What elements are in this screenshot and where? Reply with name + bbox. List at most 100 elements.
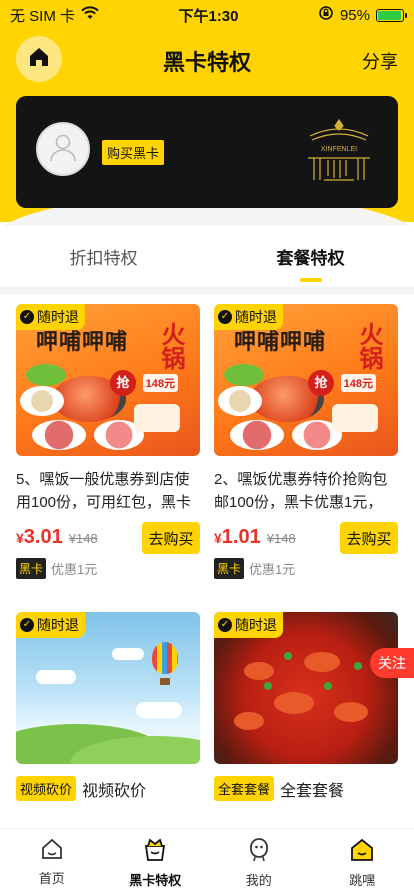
hot-air-balloon-icon xyxy=(152,642,178,674)
meat-plate xyxy=(230,420,284,450)
avatar[interactable] xyxy=(36,122,90,176)
refund-tag-label: 随时退 xyxy=(37,617,79,633)
clock: 下午1:30 xyxy=(178,7,239,25)
original-price: ¥148 xyxy=(266,531,296,546)
tab-package[interactable]: 套餐特权 xyxy=(207,226,414,286)
black-card-badge: 黑卡 xyxy=(214,558,245,579)
follow-button[interactable]: 关注 xyxy=(370,648,414,678)
carrier-text: 无 SIM 卡 xyxy=(10,7,76,25)
crawfish xyxy=(304,652,340,672)
crawfish xyxy=(274,692,314,714)
nav-bar: 黑卡特权 分享 xyxy=(0,32,414,90)
category-label-row: 视频砍价 视频砍价 xyxy=(16,776,200,801)
grab-badge: 抢 xyxy=(308,370,334,396)
category-label: 视频砍价 xyxy=(82,782,147,800)
share-button[interactable]: 分享 xyxy=(362,48,398,74)
refund-tag: ✓ 随时退 xyxy=(214,304,283,330)
battery-icon xyxy=(375,8,407,22)
wifi-icon xyxy=(81,6,99,24)
home-button[interactable] xyxy=(16,36,62,82)
divider xyxy=(0,286,414,294)
hotpot-title: 火锅 xyxy=(157,322,184,370)
home-icon xyxy=(40,837,64,864)
orientation-lock-icon xyxy=(318,5,334,25)
herb xyxy=(324,682,332,690)
category-card-full-set[interactable]: ✓ 随时退 全套套餐 全套套餐 xyxy=(214,612,398,801)
category-label-row: 全套套餐 全套套餐 xyxy=(214,776,398,801)
food-plate xyxy=(218,386,262,416)
category-label: 全套套餐 xyxy=(280,782,345,800)
vegetable-plate xyxy=(224,364,264,386)
deal-title[interactable]: 2、嘿饭优惠券特价抢购包邮100份，黑卡优惠1元，11… xyxy=(214,468,398,514)
black-card-banner: 购买黑卡 XINFENLEI xyxy=(16,96,398,208)
vip-discount-row: 黑卡 优惠1元 xyxy=(16,558,200,579)
buy-black-card-button[interactable]: 购买黑卡 xyxy=(102,140,165,165)
vip-discount-row: 黑卡 优惠1元 xyxy=(214,558,398,579)
bottom-nav-jump[interactable]: 跳嘿 xyxy=(311,829,414,896)
menu-card xyxy=(332,404,378,432)
check-icon: ✓ xyxy=(20,618,34,632)
page-title: 黑卡特权 xyxy=(162,50,251,75)
profile-icon xyxy=(247,837,271,866)
original-price: ¥148 xyxy=(68,531,98,546)
image-price: 148元 xyxy=(340,374,376,392)
category-badge: 视频砍价 xyxy=(16,776,77,801)
tab-discount[interactable]: 折扣特权 xyxy=(0,226,207,286)
refund-tag: ✓ 随时退 xyxy=(16,304,85,330)
deal-card[interactable]: 呷哺呷哺 火锅 抢 148元 ✓ 随时退 2、嘿饭优惠券特价抢购包邮100份，黑… xyxy=(214,304,398,579)
currency-symbol: ¥ xyxy=(214,530,222,546)
battery-percent: 95% xyxy=(339,6,370,24)
user-placeholder-icon xyxy=(46,130,80,169)
crawfish xyxy=(244,662,274,680)
bottom-nav-label: 我的 xyxy=(245,873,272,888)
deal-title[interactable]: 5、嘿饭一般优惠券到店使用100份，可用红包，黑卡减… xyxy=(16,468,200,514)
buy-button[interactable]: 去购买 xyxy=(340,522,398,554)
battery-level xyxy=(377,10,401,20)
category-image[interactable]: ✓ 随时退 xyxy=(214,612,398,764)
vip-discount-text: 优惠1元 xyxy=(249,562,296,577)
food-plate xyxy=(20,386,64,416)
currency-symbol: ¥ xyxy=(16,530,24,546)
vegetable-plate xyxy=(26,364,66,386)
meat-plate xyxy=(32,420,86,450)
bottom-nav-profile[interactable]: 我的 xyxy=(207,829,311,896)
check-icon: ✓ xyxy=(20,310,34,324)
refund-tag: ✓ 随时退 xyxy=(214,612,283,638)
grab-badge: 抢 xyxy=(110,370,136,396)
herb xyxy=(264,682,272,690)
deal-image[interactable]: 呷哺呷哺 火锅 抢 148元 ✓ 随时退 xyxy=(16,304,200,456)
bottom-nav-black-card[interactable]: 黑卡特权 xyxy=(104,829,208,896)
refund-tag-label: 随时退 xyxy=(235,309,277,325)
cloud xyxy=(112,648,144,660)
refund-tag-label: 随时退 xyxy=(37,309,79,325)
category-card-video-bargain[interactable]: ✓ 随时退 视频砍价 视频砍价 xyxy=(16,612,200,801)
deal-price: ¥3.01 xyxy=(16,526,63,549)
bottom-nav-home[interactable]: 首页 xyxy=(0,829,104,896)
refund-tag: ✓ 随时退 xyxy=(16,612,85,638)
black-card-badge: 黑卡 xyxy=(16,558,47,579)
buy-button[interactable]: 去购买 xyxy=(142,522,200,554)
price-value: 3.01 xyxy=(23,526,63,548)
logo-text: XINFENLEI xyxy=(321,146,357,153)
tab-bar: 折扣特权 套餐特权 xyxy=(0,226,414,286)
jump-icon xyxy=(349,837,375,866)
price-row: ¥1.01 ¥148 去购买 xyxy=(214,522,398,556)
image-price: 148元 xyxy=(142,374,178,392)
bottom-nav-label: 跳嘿 xyxy=(349,873,376,888)
refund-tag-label: 随时退 xyxy=(235,617,277,633)
hotpot-title: 火锅 xyxy=(355,322,382,370)
deal-card[interactable]: 呷哺呷哺 火锅 抢 148元 ✓ 随时退 5、嘿饭一般优惠券到店使用100份，可… xyxy=(16,304,200,579)
cloud xyxy=(136,702,182,718)
category-badge: 全套套餐 xyxy=(214,776,275,801)
category-image[interactable]: ✓ 随时退 xyxy=(16,612,200,764)
deal-image[interactable]: 呷哺呷哺 火锅 抢 148元 ✓ 随时退 xyxy=(214,304,398,456)
crown-bag-icon xyxy=(142,837,168,866)
deal-price: ¥1.01 xyxy=(214,526,261,549)
bottom-nav-label: 首页 xyxy=(38,871,65,886)
bottom-nav-label: 黑卡特权 xyxy=(129,873,182,888)
herb xyxy=(354,662,362,670)
price-row: ¥3.01 ¥148 去购买 xyxy=(16,522,200,556)
crawfish xyxy=(334,702,368,722)
home-icon xyxy=(28,46,50,73)
check-icon: ✓ xyxy=(218,310,232,324)
